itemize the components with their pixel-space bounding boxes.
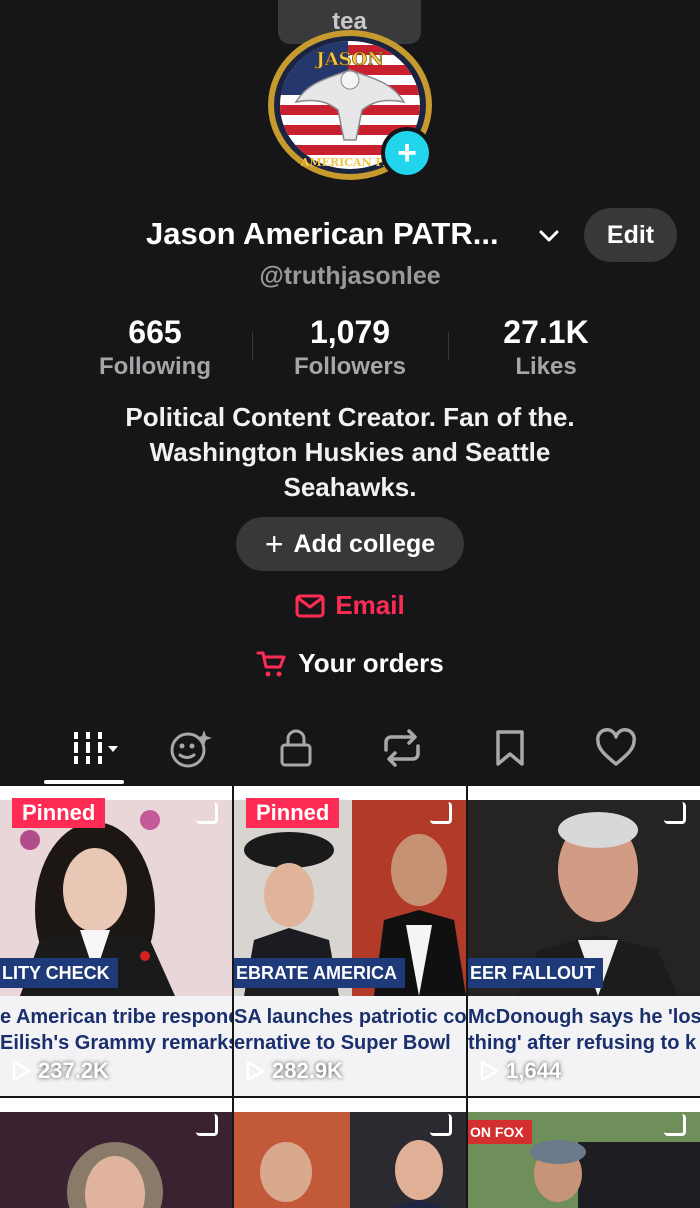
pinned-badge: Pinned xyxy=(12,798,106,828)
profile-tab-bar xyxy=(0,718,700,786)
stat-following[interactable]: 665 Following xyxy=(55,314,255,381)
multi-image-icon xyxy=(664,1114,686,1136)
profile-bio: Political Content Creator. Fan of the. W… xyxy=(125,402,575,502)
following-label: Following xyxy=(99,353,211,380)
thumbnail-caption: McDonough says he 'lost thing' after ref… xyxy=(468,1006,700,1054)
video-tile[interactable]: Pinned LITY CHECK e American tribe respo… xyxy=(0,786,232,1096)
multi-image-icon xyxy=(196,1114,218,1136)
profile-handle: @truthjasonlee xyxy=(259,262,441,290)
followers-label: Followers xyxy=(293,353,407,380)
followers-count: 1,079 xyxy=(309,314,391,350)
video-tile[interactable] xyxy=(234,1098,466,1208)
likes-label: Likes xyxy=(515,353,577,380)
multi-image-icon xyxy=(196,802,218,824)
plus-icon: + xyxy=(264,526,284,562)
your-orders-link[interactable]: Your orders xyxy=(0,648,700,679)
tile-top-strip xyxy=(234,1098,466,1112)
thumbnail-banner: EER FALLOUT xyxy=(468,958,603,988)
view-count: 282.9K xyxy=(244,1058,343,1084)
profile-stats: 665 Following 1,079 Followers 27.1K Like… xyxy=(0,314,700,384)
tab-liked[interactable] xyxy=(576,718,656,778)
thumbnail-banner: EBRATE AMERICA xyxy=(234,958,405,988)
thumbnail-caption: SA launches patriotic co ernative to Sup… xyxy=(234,1006,466,1054)
tab-videos[interactable] xyxy=(50,718,130,778)
grid-icon xyxy=(70,732,118,764)
heart-icon xyxy=(596,728,636,766)
email-label: Email xyxy=(335,590,405,620)
profile-name: Jason American PATR... xyxy=(146,216,499,251)
tile-top-strip xyxy=(0,1098,232,1112)
reposts-face-icon xyxy=(170,730,212,768)
add-college-label: Add college xyxy=(293,529,436,558)
multi-image-icon xyxy=(664,802,686,824)
video-tile[interactable]: EER FALLOUT McDonough says he 'lost thin… xyxy=(468,786,700,1096)
thumbnail-banner: LITY CHECK xyxy=(0,958,118,988)
tile-top-strip xyxy=(468,786,700,800)
active-tab-indicator xyxy=(44,780,124,784)
tab-reposts[interactable] xyxy=(362,718,442,778)
mail-icon xyxy=(295,594,325,617)
edit-profile-button[interactable]: Edit xyxy=(584,208,677,262)
stat-likes[interactable]: 27.1K Likes xyxy=(446,314,646,381)
svg-text:JASON: JASON xyxy=(314,49,384,70)
view-count: 237.2K xyxy=(10,1058,109,1084)
video-tile[interactable] xyxy=(0,1098,232,1208)
chevron-down-icon[interactable] xyxy=(538,226,560,246)
view-count: 1,644 xyxy=(478,1058,561,1084)
stat-followers[interactable]: 1,079 Followers xyxy=(250,314,450,381)
video-tile[interactable]: Pinned EBRATE AMERICA SA launches patrio… xyxy=(234,786,466,1096)
your-orders-label: Your orders xyxy=(298,648,444,678)
thumbnail-caption: e American tribe respond Eilish's Grammy… xyxy=(0,1006,232,1054)
play-icon xyxy=(12,1060,31,1082)
multi-image-icon xyxy=(430,802,452,824)
pinned-badge: Pinned xyxy=(246,798,340,828)
play-icon xyxy=(246,1060,265,1082)
play-icon xyxy=(480,1060,499,1082)
network-tag: ON FOX xyxy=(468,1120,532,1144)
bookmark-icon xyxy=(496,730,524,766)
repost-icon xyxy=(384,729,420,767)
add-avatar-button[interactable]: + xyxy=(381,127,433,179)
multi-image-icon xyxy=(430,1114,452,1136)
cart-icon xyxy=(256,651,286,676)
tab-stickers[interactable] xyxy=(150,718,230,778)
likes-count: 27.1K xyxy=(503,314,589,350)
tile-top-strip xyxy=(468,1098,700,1112)
tab-private[interactable] xyxy=(256,718,336,778)
email-link[interactable]: Email xyxy=(0,590,700,621)
lock-icon xyxy=(280,729,312,767)
following-count: 665 xyxy=(128,314,182,350)
add-college-button[interactable]: + Add college xyxy=(236,517,464,571)
tab-favorites[interactable] xyxy=(470,718,550,778)
video-tile[interactable]: ON FOX xyxy=(468,1098,700,1208)
